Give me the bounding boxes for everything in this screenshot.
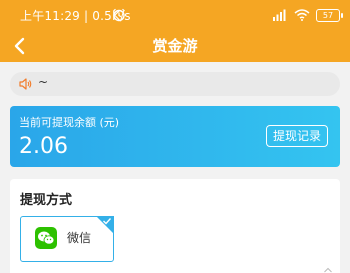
method-label: 微信 xyxy=(67,231,92,245)
withdraw-record-button[interactable]: 提现记录 xyxy=(265,125,328,147)
method-option-wechat[interactable]: 微信 xyxy=(20,216,114,262)
status-bar: 上午11:29 | 0.5K/s 57 xyxy=(0,0,350,30)
withdraw-methods-title: 提现方式 xyxy=(20,193,73,208)
wifi-icon xyxy=(294,9,310,21)
balance-label: 当前可提现余额 (元) xyxy=(19,116,120,129)
signal-icon xyxy=(273,9,286,21)
balance-card: 当前可提现余额 (元) 2.06 提现记录 xyxy=(10,106,340,167)
battery-icon: 57 xyxy=(316,8,343,22)
balance-value: 2.06 xyxy=(19,134,68,159)
withdraw-methods-panel: 提现方式 微信 xyxy=(10,179,340,273)
app-bar: 赏金游 xyxy=(0,30,350,62)
speaker-icon xyxy=(19,78,32,90)
status-icons: 57 xyxy=(272,7,343,23)
chevron-down-icon xyxy=(324,267,332,273)
page-title: 赏金游 xyxy=(152,37,198,55)
alarm-icon xyxy=(113,8,125,22)
notice-text: ~ xyxy=(38,75,49,89)
wechat-icon xyxy=(35,227,57,249)
notice-bar: ~ xyxy=(10,72,340,96)
check-icon xyxy=(103,218,112,225)
